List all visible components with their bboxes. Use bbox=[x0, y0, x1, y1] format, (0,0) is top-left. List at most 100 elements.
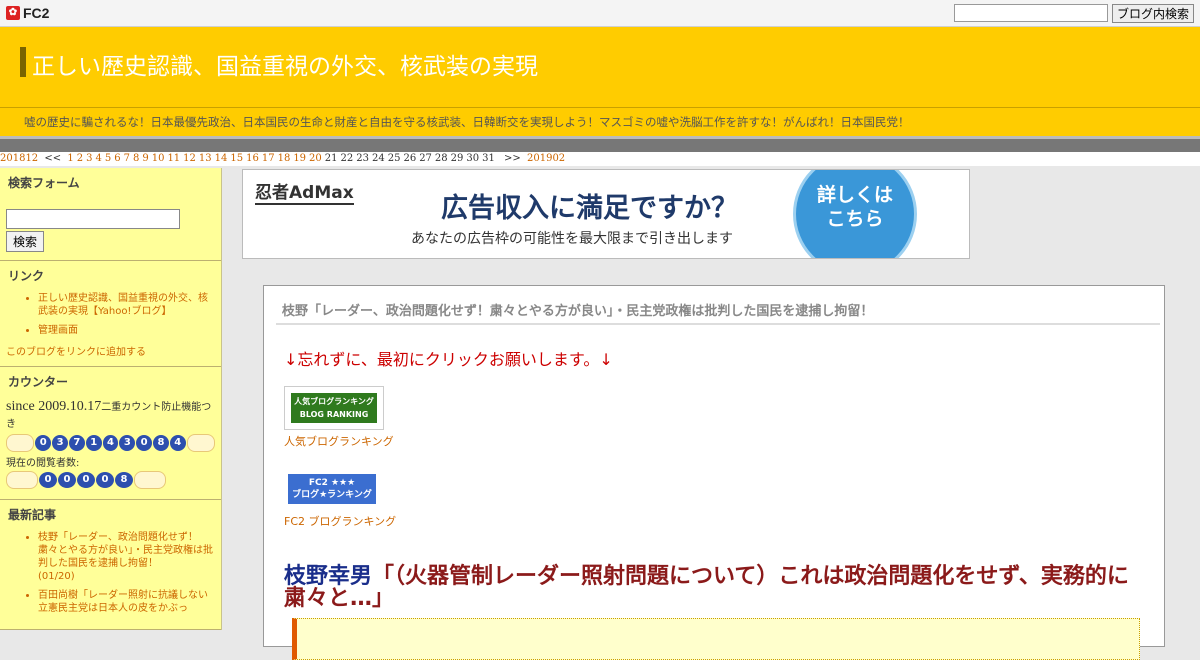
calendar-next-arrow: >> bbox=[504, 153, 521, 164]
recent-item-text[interactable]: 枝野「レーダー、政治問題化せず！粛々とやる方が良い」・民主党政権は批判した国民を… bbox=[38, 532, 213, 569]
counter-digit: 8 bbox=[153, 435, 169, 451]
sidebar-search-button[interactable]: 検索 bbox=[6, 231, 45, 252]
rank1-banner-line1: 人気ブログランキング bbox=[294, 397, 374, 406]
counter-digit: 0 bbox=[96, 472, 114, 488]
calendar-day-link[interactable]: 10 bbox=[152, 153, 165, 164]
header-bars-icon bbox=[20, 47, 26, 77]
ad-subtext: あなたの広告枠の可能性を最大限まで引き出します bbox=[411, 231, 733, 247]
sidebar-search-title: 検索フォーム bbox=[8, 176, 80, 190]
entry-title[interactable]: 枝野「レーダー、政治問題化せず！粛々とやる方が良い」・民主党政権は批判した国民を… bbox=[282, 300, 873, 319]
counter-digit: 0 bbox=[136, 435, 153, 451]
fc2-toolbar: ✿ FC2 ブログ内検索 bbox=[0, 0, 1200, 27]
ad-brand: 忍者AdMax bbox=[255, 178, 354, 205]
calendar-day-link[interactable]: 8 bbox=[133, 153, 139, 164]
sidebar-counter: カウンター since 2009.10.17二重カウント防止機能つき 03714… bbox=[0, 367, 221, 500]
calendar-day-link[interactable]: 7 bbox=[124, 153, 130, 164]
calendar-day-link[interactable]: 13 bbox=[199, 153, 212, 164]
sheep-icon bbox=[6, 434, 35, 452]
recent-item-date: (01/20) bbox=[38, 571, 75, 582]
calendar-day-link[interactable]: 20 bbox=[309, 153, 322, 164]
sidebar-search-input[interactable] bbox=[6, 209, 180, 229]
click-request: ↓忘れずに、最初にクリックお願いします。↓ bbox=[284, 350, 613, 369]
counter-digit: 0 bbox=[35, 435, 52, 451]
calendar-day: 27 bbox=[419, 153, 432, 164]
fc2-ranking-banner[interactable]: FC2 ★★★ ブログ★ランキング bbox=[288, 474, 376, 504]
blog-description: 嘘の歴史に騙されるな！日本最優先政治、日本国民の生命と財産と自由を守る核武装、日… bbox=[0, 107, 1200, 136]
calendar-day-link[interactable]: 9 bbox=[142, 153, 148, 164]
fc2-logo-icon: ✿ bbox=[6, 6, 20, 20]
calendar-day-link[interactable]: 17 bbox=[262, 153, 275, 164]
calendar-day-link[interactable]: 6 bbox=[114, 153, 120, 164]
blog-search-input[interactable] bbox=[953, 4, 1108, 22]
sidebar-recent-title: 最新記事 bbox=[8, 508, 57, 522]
sidebar-links-title: リンク bbox=[8, 269, 45, 283]
counter-digit: 0 bbox=[77, 472, 95, 488]
calendar-next-month[interactable]: 201902 bbox=[527, 153, 565, 164]
counter-digit: 7 bbox=[68, 435, 85, 451]
rank2-banner-line1: FC2 ★★★ bbox=[308, 478, 356, 488]
recent-item[interactable]: 枝野「レーダー、政治問題化せず！粛々とやる方が良い」・民主党政権は批判した国民を… bbox=[38, 531, 215, 583]
counter-digit: 4 bbox=[169, 435, 186, 451]
fc2-ranking-link[interactable]: FC2 ブログランキング bbox=[284, 513, 396, 529]
sidebar-search: 検索フォーム 検索 bbox=[0, 168, 221, 261]
ad-cta-circle[interactable]: 詳しくは こちら bbox=[793, 170, 917, 258]
blog-ranking-link[interactable]: 人気ブログランキング bbox=[284, 433, 394, 449]
counter-digit: 3 bbox=[52, 435, 68, 451]
calendar-day-link[interactable]: 16 bbox=[246, 153, 259, 164]
online-label: 現在の閲覧者数: bbox=[6, 458, 80, 469]
sidebar-link-admin-text[interactable]: 管理画面 bbox=[38, 325, 78, 336]
calendar-day-link[interactable]: 15 bbox=[230, 153, 243, 164]
rank2-banner-line2: ブログ★ランキング bbox=[292, 490, 372, 500]
calendar-day: 28 bbox=[434, 153, 448, 164]
calendar-bar: 201812 << 1 2 3 4 5 6 7 8 9 10 11 12 13 14 15 16 17 18 19 2… bbox=[0, 152, 1200, 166]
sidebar-recent: 最新記事 枝野「レーダー、政治問題化せず！粛々とやる方が良い」・民主党政権は批判… bbox=[0, 500, 221, 630]
ad-headline: 広告収入に満足ですか？ bbox=[441, 193, 738, 224]
calendar-day-link[interactable]: 3 bbox=[86, 153, 92, 164]
blog-title[interactable]: 正しい歴史認識、国益重視の外交、核武装の実現 bbox=[32, 47, 538, 81]
sidebar-link-yahoo[interactable]: 正しい歴史認識、国益重視の外交、核武装の実現【Yahoo!ブログ】 bbox=[38, 292, 215, 318]
sidebar-counter-title: カウンター bbox=[8, 375, 69, 389]
ad-cta-line2: こちら bbox=[826, 208, 884, 230]
calendar-day-link[interactable]: 2 bbox=[77, 153, 83, 164]
calendar-day: 23 bbox=[356, 153, 369, 164]
blog-ranking-banner[interactable]: 人気ブログランキング BLOG RANKING bbox=[284, 386, 384, 430]
counter-digit: 8 bbox=[115, 472, 133, 488]
calendar-day-link[interactable]: 5 bbox=[105, 153, 111, 164]
blog-description-text: 嘘の歴史に騙されるな！日本最優先政治、日本国民の生命と財産と自由を守る核武装、日… bbox=[24, 115, 910, 129]
sheep-icon bbox=[134, 471, 166, 489]
total-counter: 037143084 bbox=[6, 434, 215, 452]
blog-header: 正しい歴史認識、国益重視の外交、核武装の実現 bbox=[0, 27, 1200, 107]
entry-headline-rest: 「（火器管制レーダー照射問題について）これは政治問題化をせず、実務的に粛々と…」 bbox=[284, 564, 1129, 611]
quote-box bbox=[292, 618, 1140, 660]
calendar-day-link[interactable]: 11 bbox=[167, 153, 180, 164]
blog-entry: 枝野「レーダー、政治問題化せず！粛々とやる方が良い」・民主党政権は批判した国民を… bbox=[263, 285, 1165, 660]
recent-item-text[interactable]: 百田尚樹「レーダー照射に抗議しない立憲民主党は日本人の皮をかぶっ bbox=[38, 590, 208, 614]
calendar-day-link[interactable]: 18 bbox=[278, 153, 291, 164]
calendar-day-link[interactable]: 19 bbox=[293, 153, 306, 164]
recent-item[interactable]: 百田尚樹「レーダー照射に抗議しない立憲民主党は日本人の皮をかぶっ bbox=[38, 589, 215, 615]
calendar-day-link[interactable]: 14 bbox=[215, 153, 228, 164]
calendar-day: 22 bbox=[340, 153, 354, 164]
counter-digit: 3 bbox=[119, 435, 136, 451]
calendar-prev-arrow: << bbox=[44, 153, 62, 164]
calendar-day-link[interactable]: 4 bbox=[95, 153, 101, 164]
calendar-day: 29 bbox=[450, 153, 464, 164]
sidebar-link-yahoo-text[interactable]: 正しい歴史認識、国益重視の外交、核武装の実現【Yahoo!ブログ】 bbox=[38, 293, 208, 317]
ad-cta-line1: 詳しくは bbox=[816, 184, 893, 206]
calendar-day: 30 bbox=[466, 153, 480, 164]
calendar-prev-month[interactable]: 201812 bbox=[0, 153, 38, 164]
blog-search-button[interactable]: ブログ内検索 bbox=[1111, 4, 1194, 23]
counter-digit: 0 bbox=[39, 472, 57, 488]
calendar-days: 1 2 3 4 5 6 7 8 9 10 11 12 13 14 15 16 17 18 19 20 21 22 23 24 2… bbox=[67, 153, 498, 164]
calendar-day: 26 bbox=[403, 153, 417, 164]
rank1-banner-line2: BLOG RANKING bbox=[299, 410, 369, 419]
counter-digit: 4 bbox=[102, 435, 119, 451]
add-link-to-blog[interactable]: このブログをリンクに追加する bbox=[6, 343, 215, 358]
calendar-day-link[interactable]: 1 bbox=[67, 153, 73, 164]
sidebar-link-admin[interactable]: 管理画面 bbox=[38, 324, 215, 337]
ad-banner[interactable]: 忍者AdMax 広告収入に満足ですか？ あなたの広告枠の可能性を最大限まで引き出… bbox=[242, 169, 970, 259]
calendar-day-link[interactable]: 12 bbox=[183, 153, 196, 164]
calendar-day: 31 bbox=[482, 153, 495, 164]
calendar-day: 25 bbox=[387, 153, 401, 164]
fc2-logo[interactable]: ✿ FC2 bbox=[6, 5, 49, 21]
